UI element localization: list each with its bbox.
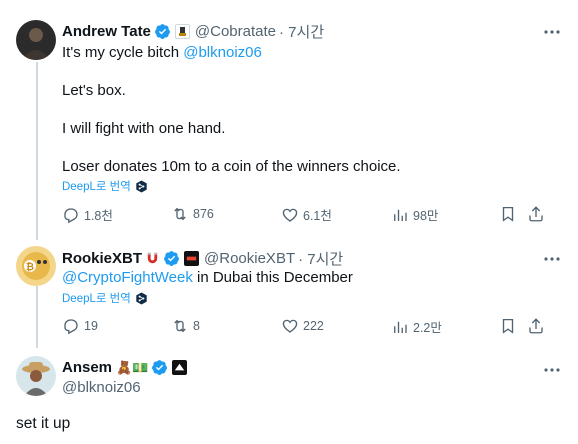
more-options-icon[interactable] (542, 360, 562, 380)
affiliate-badge-icon[interactable] (172, 360, 188, 375)
tweet-text-line: @CryptoFightWeek in Dubai this December (62, 269, 353, 286)
views-chart-icon (394, 321, 407, 333)
deepl-icon (136, 291, 147, 305)
reply-button[interactable]: 1.8천 (62, 205, 113, 224)
tweet-text: set it up (16, 415, 71, 432)
magnet-icon (147, 252, 158, 264)
reply-icon (64, 207, 78, 223)
avatar[interactable] (16, 356, 56, 396)
bookmark-icon (502, 206, 514, 222)
retweet-icon (174, 207, 186, 221)
translate-link[interactable]: DeepL로 번역 (62, 290, 148, 306)
heart-icon (282, 208, 298, 222)
reply-icon (64, 319, 78, 335)
retweet-icon (174, 319, 186, 333)
mention-link[interactable]: @CryptoFightWeek (62, 269, 193, 286)
translate-link[interactable]: DeepL로 번역 (62, 178, 148, 194)
tweet-text-line: Let's box. (62, 82, 126, 99)
affiliate-badge-icon[interactable] (184, 251, 200, 266)
handle[interactable]: @RookieXBT (204, 250, 295, 267)
views-chart-icon (394, 209, 407, 221)
more-options-icon[interactable] (542, 22, 562, 42)
thread-line (36, 286, 38, 348)
name-emoji: 🧸💵 (116, 359, 149, 375)
like-button[interactable]: 6.1천 (281, 205, 332, 224)
display-name[interactable]: Ansem (62, 359, 112, 376)
share-button[interactable] (527, 205, 545, 228)
reply-button[interactable]: 19 (62, 317, 98, 335)
heart-icon (282, 319, 298, 333)
verified-badge-icon (164, 251, 179, 266)
timestamp[interactable]: · 7시간 (279, 21, 324, 42)
bookmark-button[interactable] (499, 317, 517, 340)
share-icon (529, 318, 543, 334)
tweet-text-line: I will fight with one hand. (62, 120, 226, 137)
like-button[interactable]: 222 (281, 317, 324, 335)
verified-badge-icon (152, 360, 168, 375)
handle[interactable]: @Cobratate (195, 23, 276, 40)
avatar[interactable]: ₿ (16, 246, 56, 286)
retweet-button[interactable]: 876 (171, 205, 214, 223)
display-name[interactable]: Andrew Tate (62, 23, 151, 40)
avatar[interactable] (16, 20, 56, 60)
retweet-button[interactable]: 8 (171, 317, 200, 335)
share-button[interactable] (527, 317, 545, 340)
mention-link[interactable]: @blknoiz06 (183, 44, 262, 61)
more-options-icon[interactable] (542, 249, 562, 269)
views-button[interactable]: 98만 (391, 205, 438, 224)
tweet-header: Ansem 🧸💵 (62, 359, 188, 376)
thread-line (36, 62, 38, 240)
verified-badge-icon (154, 24, 170, 39)
tweet-header: RookieXBT @RookieXBT · 7시간 (62, 248, 343, 269)
tweet-actions: 19 8 222 2.2만 (62, 317, 562, 337)
affiliate-badge-icon[interactable] (174, 24, 190, 39)
tweet-text-line: Loser donates 10m to a coin of the winne… (62, 158, 401, 175)
tweet-actions: 1.8천 876 6.1천 98만 (62, 205, 562, 225)
tweet-text-line: It's my cycle bitch @blknoiz06 (62, 44, 262, 61)
tweet-header: Andrew Tate @Cobratate · 7시간 (62, 21, 324, 42)
svg-text:₿: ₿ (26, 261, 34, 273)
deepl-icon (136, 179, 147, 193)
timestamp[interactable]: · 7시간 (298, 248, 343, 269)
bookmark-icon (502, 318, 514, 334)
display-name[interactable]: RookieXBT (62, 250, 142, 267)
views-button[interactable]: 2.2만 (391, 317, 442, 336)
bookmark-button[interactable] (499, 205, 517, 228)
share-icon (529, 206, 543, 222)
handle[interactable]: @blknoiz06 (62, 379, 141, 396)
